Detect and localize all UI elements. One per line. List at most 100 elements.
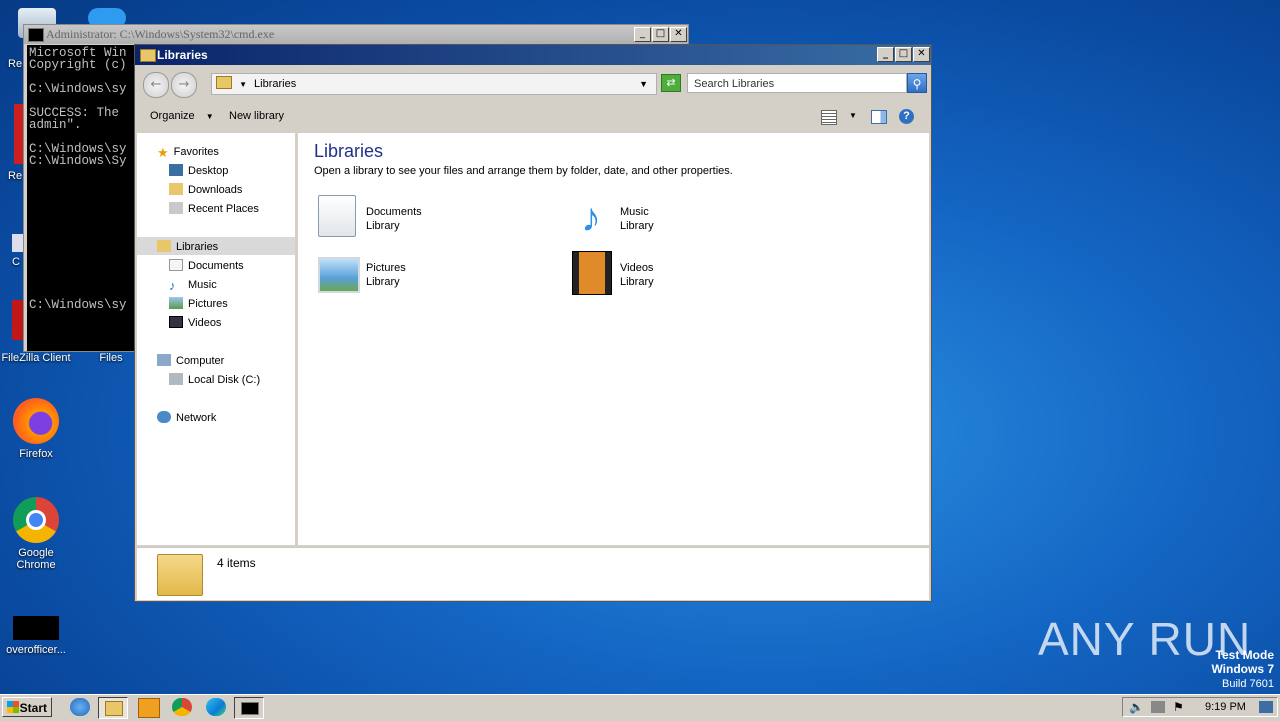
explorer-window[interactable]: Libraries _ □ ✕ ← → ▼ Libraries ▼ ⇄ Sear…	[134, 44, 932, 602]
preview-pane-icon[interactable]	[871, 110, 887, 124]
back-icon[interactable]: ←	[143, 72, 169, 98]
view-dropdown-icon[interactable]: ▼	[849, 111, 857, 120]
navigation-pane[interactable]: ★ Favorites Desktop Downloads Recent Plac…	[137, 133, 295, 545]
cmd-titlebar[interactable]: Administrator: C:\Windows\System32\cmd.e…	[24, 25, 688, 44]
close-icon[interactable]: ✕	[670, 27, 687, 42]
desktop-icon-label: overofficer...	[6, 644, 66, 656]
desktop-partial-label: Re	[8, 58, 23, 70]
search-icon[interactable]: ⚲	[907, 73, 927, 93]
cmd-icon	[241, 702, 259, 715]
music-icon: ♪	[581, 196, 601, 240]
item-count: 4 items	[217, 556, 256, 570]
explorer-titlebar[interactable]: Libraries _ □ ✕	[135, 45, 931, 65]
test-mode-label: Test Mode	[1215, 648, 1274, 662]
cmd-taskbar-button[interactable]	[234, 697, 264, 719]
command-bar: Organize ▼ New library ▼ ?	[137, 103, 929, 131]
volume-icon[interactable]: 🔈	[1129, 700, 1144, 714]
edge-icon[interactable]	[206, 698, 226, 716]
explorer-title: Libraries	[157, 48, 208, 62]
organize-button[interactable]: Organize ▼	[150, 110, 214, 122]
nav-favorites[interactable]: ★ Favorites	[157, 145, 219, 160]
folder-icon	[105, 701, 123, 716]
ie-icon[interactable]	[70, 698, 90, 716]
flag-icon[interactable]: ⚑	[1173, 700, 1184, 714]
nav-label: Local Disk (C:)	[188, 374, 261, 386]
cmd-window-controls: _ □ ✕	[634, 27, 687, 42]
nav-label: Videos	[188, 317, 222, 329]
desktop-icon	[169, 164, 183, 176]
page-subtitle: Open a library to see your files and arr…	[314, 165, 733, 177]
desktop-icon-chrome[interactable]: Google Chrome	[0, 497, 72, 571]
nav-music[interactable]: ♪ Music	[169, 278, 217, 293]
forward-icon[interactable]: →	[171, 72, 197, 98]
minimize-icon[interactable]: _	[877, 47, 894, 62]
address-dropdown-icon[interactable]: ▼	[639, 74, 648, 94]
desktop-icon-overofficer[interactable]: overofficer...	[0, 616, 72, 656]
help-icon[interactable]: ?	[899, 109, 914, 124]
build-label: Build 7601	[1222, 678, 1274, 690]
chevron-down-icon: ▼	[205, 112, 214, 121]
network-icon	[157, 411, 171, 423]
libraries-icon	[216, 76, 232, 89]
media-player-icon[interactable]	[138, 698, 160, 718]
clock[interactable]: 9:19 PM	[1205, 701, 1246, 713]
nav-label: Libraries	[176, 241, 219, 253]
file-icon	[13, 616, 59, 640]
chrome-center	[26, 510, 46, 530]
documents-icon	[318, 195, 356, 237]
maximize-icon[interactable]: □	[652, 27, 669, 42]
pictures-icon	[169, 297, 183, 309]
desktop-icon-filezilla[interactable]: FileZilla Client	[0, 352, 72, 364]
nav-label: Network	[176, 412, 217, 424]
view-options-icon[interactable]	[821, 110, 837, 125]
nav-network[interactable]: Network	[157, 411, 216, 424]
page-title: Libraries	[314, 141, 384, 161]
recent-places-icon	[169, 202, 183, 214]
maximize-icon[interactable]: □	[895, 47, 912, 62]
organize-label: Organize	[150, 110, 195, 122]
network-tray-icon[interactable]	[1151, 701, 1165, 713]
nav-pictures[interactable]: Pictures	[169, 297, 228, 310]
desktop-icon-firefox[interactable]: Firefox	[0, 398, 72, 460]
minimize-icon[interactable]: _	[634, 27, 651, 42]
desktop-partial-label: C	[12, 256, 20, 268]
search-input[interactable]: Search Libraries	[687, 73, 907, 93]
nav-label: Favorites	[173, 146, 219, 158]
library-type: Library	[366, 276, 400, 288]
nav-libraries[interactable]: Libraries	[157, 240, 218, 253]
refresh-icon[interactable]: ⇄	[661, 74, 681, 92]
breadcrumb-arrow-icon[interactable]: ▼	[239, 80, 247, 89]
computer-icon	[157, 354, 171, 366]
chrome-icon[interactable]	[172, 698, 192, 716]
chrome-icon	[13, 497, 59, 543]
nav-computer[interactable]: Computer	[157, 354, 224, 367]
nav-label: Music	[188, 279, 217, 291]
address-bar[interactable]: ▼ Libraries ▼	[211, 73, 657, 95]
content-pane[interactable]: Libraries Open a library to see your fil…	[298, 133, 929, 545]
music-icon: ♪	[169, 278, 176, 293]
nav-downloads[interactable]: Downloads	[169, 183, 242, 196]
nav-videos[interactable]: Videos	[169, 316, 221, 329]
library-type: Library	[366, 220, 400, 232]
library-name: Music	[620, 206, 649, 218]
address-text: Libraries	[254, 78, 297, 90]
details-pane: 4 items	[137, 547, 929, 600]
library-type: Library	[620, 276, 654, 288]
nav-recent-places[interactable]: Recent Places	[169, 202, 259, 215]
start-button[interactable]: Start	[2, 697, 52, 717]
firefox-icon	[13, 398, 59, 444]
new-library-button[interactable]: New library	[229, 110, 284, 122]
cmd-output[interactable]: Microsoft Win Copyright (c) C:\Windows\s…	[27, 45, 139, 351]
library-name: Documents	[366, 206, 422, 218]
close-icon[interactable]: ✕	[913, 47, 930, 62]
system-tray: 🔈 ⚑ 9:19 PM	[1122, 697, 1278, 717]
downloads-icon	[169, 183, 183, 195]
explorer-taskbar-button[interactable]	[98, 697, 128, 719]
show-desktop-icon[interactable]	[1259, 701, 1273, 713]
start-label: Start	[19, 701, 47, 715]
nav-desktop[interactable]: Desktop	[169, 164, 228, 177]
os-label: Windows 7	[1211, 662, 1274, 676]
desktop-partial-label: Re	[8, 170, 23, 182]
nav-local-disk[interactable]: Local Disk (C:)	[169, 373, 260, 386]
nav-documents[interactable]: Documents	[169, 259, 244, 272]
